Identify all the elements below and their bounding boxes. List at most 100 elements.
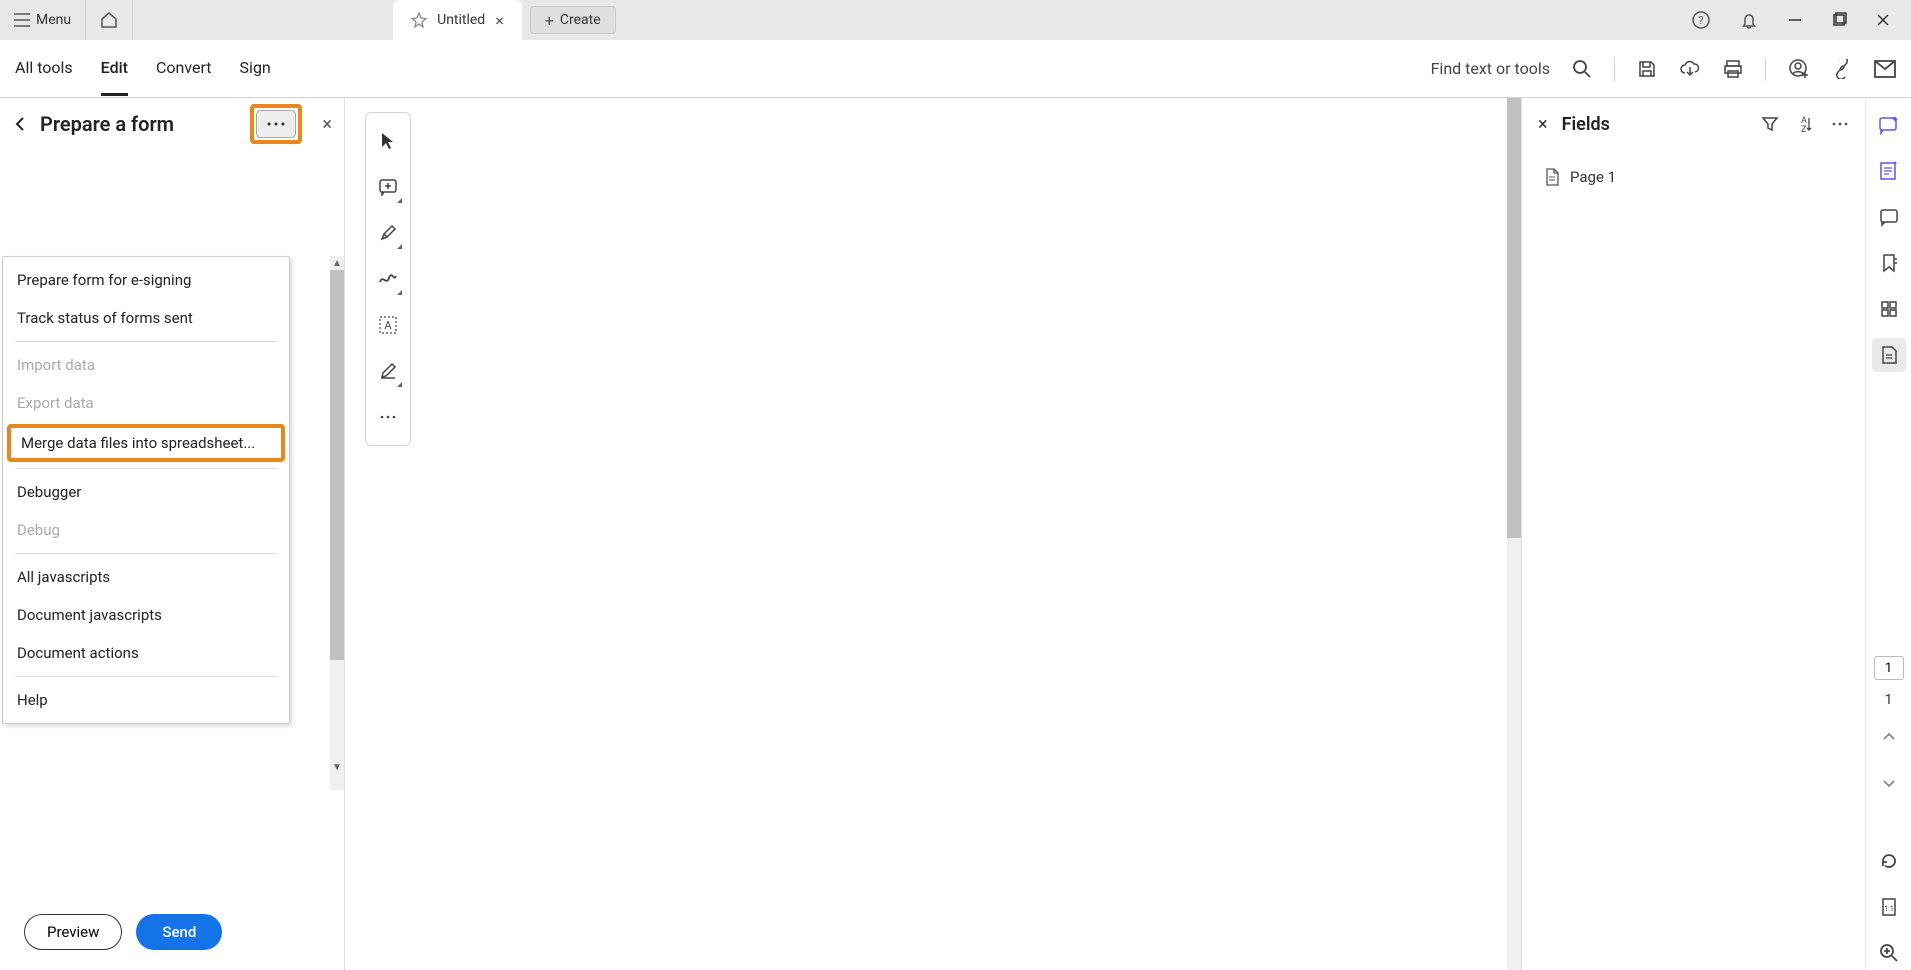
menu-merge-data[interactable]: Merge data files into spreadsheet... (7, 424, 285, 462)
menu-prepare-esign[interactable]: Prepare form for e-signing (3, 261, 289, 299)
menu-debug: Debug (3, 511, 289, 549)
tab-title: Untitled (437, 12, 485, 28)
page-number-input[interactable]: 1 (1874, 656, 1904, 680)
menu-button[interactable]: Menu (0, 0, 86, 40)
document-tab[interactable]: Untitled × (393, 0, 522, 40)
page-icon (1544, 168, 1560, 186)
chevron-down-icon (1882, 778, 1896, 788)
select-text-tool[interactable]: A (370, 305, 406, 345)
notifications-button[interactable] (1739, 10, 1759, 30)
hamburger-icon (14, 13, 30, 27)
close-icon (1875, 12, 1891, 28)
maximize-button[interactable] (1831, 12, 1847, 28)
create-tab-button[interactable]: + Create (530, 6, 616, 34)
sort-icon[interactable]: AZ (1797, 115, 1813, 133)
tab-edit[interactable]: Edit (101, 42, 128, 96)
share-user-icon[interactable] (1788, 58, 1810, 80)
minimize-icon (1787, 12, 1803, 28)
menu-label: Menu (36, 12, 71, 28)
panel-footer: Preview Send (0, 894, 344, 970)
main-area: Prepare a form × Prepare form for e-sign… (0, 98, 1911, 970)
center-scrollbar[interactable] (1507, 98, 1521, 970)
rail-bookmarks[interactable] (1872, 246, 1906, 280)
home-icon (100, 11, 118, 29)
svg-text:1:1: 1:1 (1884, 905, 1894, 913)
add-comment-tool[interactable] (370, 167, 406, 207)
pointer-tool[interactable] (370, 121, 406, 161)
search-icon[interactable] (1572, 59, 1592, 79)
page-up-button[interactable] (1872, 720, 1906, 754)
home-button[interactable] (86, 0, 133, 40)
panel-title: Prepare a form (40, 112, 174, 136)
scroll-thumb[interactable] (1507, 98, 1521, 538)
rail-ai-assistant[interactable] (1872, 108, 1906, 142)
cursor-icon (379, 131, 397, 151)
fit-page-button[interactable]: 1:1 (1872, 890, 1906, 924)
tab-sign[interactable]: Sign (240, 42, 271, 96)
tab-close-button[interactable]: × (495, 11, 504, 30)
chevron-up-icon (1882, 732, 1896, 742)
find-text-button[interactable]: Find text or tools (1431, 59, 1550, 78)
preview-button[interactable]: Preview (24, 914, 122, 950)
fields-body: Page 1 (1522, 150, 1865, 204)
sparkle-chat-icon (1878, 114, 1900, 136)
highlight-tool[interactable] (370, 213, 406, 253)
zoom-in-icon (1879, 943, 1899, 963)
sparkle-doc-icon (1878, 160, 1900, 182)
tab-convert[interactable]: Convert (156, 42, 212, 96)
page-total: 1 (1885, 692, 1893, 708)
svg-text:A: A (384, 319, 392, 332)
rail-thumbnails[interactable] (1872, 292, 1906, 326)
menu-document-javascripts[interactable]: Document javascripts (3, 596, 289, 634)
signature-tool[interactable] (370, 351, 406, 391)
save-icon[interactable] (1637, 59, 1657, 79)
filter-icon[interactable] (1761, 115, 1779, 133)
page-down-button[interactable] (1872, 766, 1906, 800)
fields-pane: × Fields AZ Page 1 (1522, 98, 1865, 970)
back-button[interactable] (12, 115, 30, 133)
fields-close-button[interactable]: × (1538, 114, 1548, 135)
draw-tool[interactable] (370, 259, 406, 299)
help-icon: ? (1691, 10, 1711, 30)
titlebar: Menu Untitled × + Create ? (0, 0, 1911, 40)
tab-all-tools[interactable]: All tools (15, 42, 73, 96)
more-horizontal-icon (379, 414, 397, 420)
rotate-icon (1879, 851, 1899, 871)
link-icon[interactable] (1832, 59, 1852, 79)
rail-generative-summary[interactable] (1872, 154, 1906, 188)
svg-text:Z: Z (1801, 125, 1807, 133)
comment-icon (1879, 207, 1899, 227)
menu-document-actions[interactable]: Document actions (3, 634, 289, 672)
right-rail: 1 1 1:1 (1865, 98, 1911, 970)
send-button[interactable]: Send (136, 914, 222, 950)
bookmark-icon (1879, 253, 1899, 273)
document-canvas[interactable] (345, 98, 1507, 970)
rail-fields[interactable] (1872, 338, 1906, 372)
panel-header: Prepare a form × (0, 98, 344, 150)
help-button[interactable]: ? (1691, 10, 1711, 30)
panel-close-button[interactable]: × (322, 114, 332, 135)
comment-plus-icon (378, 178, 398, 196)
rail-comments[interactable] (1872, 200, 1906, 234)
more-tools[interactable] (370, 397, 406, 437)
rotate-button[interactable] (1872, 844, 1906, 878)
menu-help[interactable]: Help (3, 681, 289, 719)
minimize-button[interactable] (1787, 12, 1803, 28)
menu-all-javascripts[interactable]: All javascripts (3, 558, 289, 596)
email-icon[interactable] (1874, 60, 1896, 78)
more-options-button[interactable] (256, 110, 296, 138)
create-label: Create (560, 12, 601, 28)
fields-panel-icon (1880, 345, 1898, 365)
menu-track-status[interactable]: Track status of forms sent (3, 299, 289, 337)
print-icon[interactable] (1723, 59, 1743, 79)
more-horizontal-icon[interactable] (1831, 121, 1849, 127)
svg-text:?: ? (1698, 14, 1703, 27)
close-window-button[interactable] (1875, 12, 1891, 28)
page-item[interactable]: Page 1 (1544, 162, 1843, 192)
fit-page-icon: 1:1 (1880, 897, 1898, 917)
cloud-upload-icon[interactable] (1679, 59, 1701, 79)
signature-icon (378, 362, 398, 380)
zoom-button[interactable] (1872, 936, 1906, 970)
chevron-left-icon (12, 115, 30, 133)
menu-debugger[interactable]: Debugger (3, 473, 289, 511)
